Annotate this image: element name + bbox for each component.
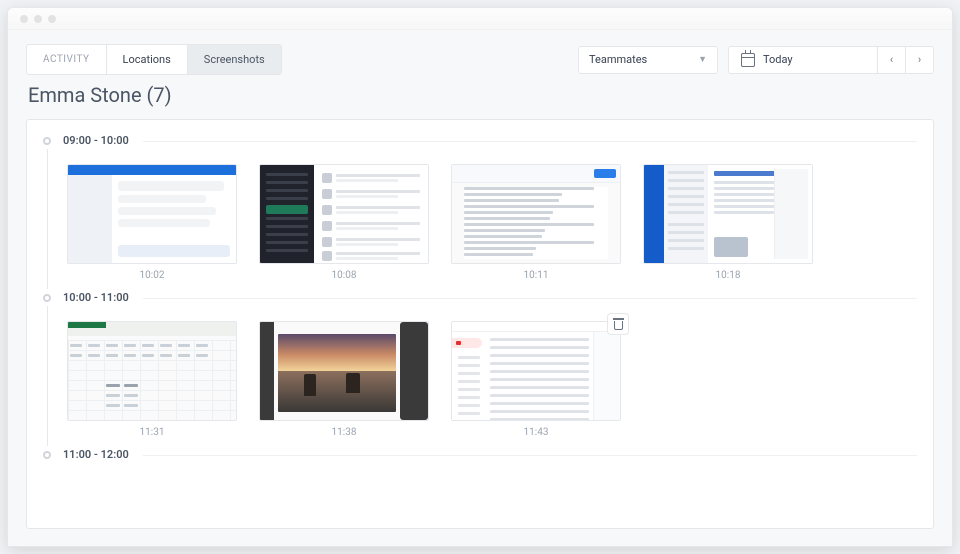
time-range-label: 11:00 - 12:00 — [63, 448, 917, 468]
window-control-dot — [20, 15, 28, 23]
page-title: Emma Stone (7) — [28, 83, 934, 107]
screenshot-item: 11:38 — [259, 321, 429, 438]
screenshot-item: 10:18 — [643, 164, 813, 281]
chevron-right-icon: › — [918, 53, 921, 66]
top-controls: Teammates ▼ Today ‹ › — [578, 46, 934, 74]
screenshot-time: 10:08 — [259, 270, 429, 281]
date-prev-button[interactable]: ‹ — [878, 46, 906, 74]
time-slot: 10:00 - 11:00 — [43, 291, 917, 438]
screenshot-thumbnail[interactable] — [259, 321, 429, 421]
delete-screenshot-button[interactable] — [607, 313, 629, 335]
screenshot-thumbnail[interactable] — [259, 164, 429, 264]
time-range-label: 09:00 - 10:00 — [63, 134, 917, 154]
app-window: ACTIVITY Locations Screenshots Teammates… — [7, 7, 953, 547]
teammates-dropdown[interactable]: Teammates ▼ — [578, 46, 718, 74]
screenshot-thumbnail[interactable] — [67, 164, 237, 264]
screenshot-thumbnail[interactable] — [643, 164, 813, 264]
time-slot: 09:00 - 10:00 10:02 — [43, 134, 917, 281]
screenshot-item: 11:31 — [67, 321, 237, 438]
screenshot-thumbnail[interactable] — [67, 321, 237, 421]
timeline-bullet-icon — [43, 294, 51, 302]
tab-activity[interactable]: ACTIVITY — [27, 45, 107, 74]
view-tabs: ACTIVITY Locations Screenshots — [26, 44, 282, 75]
trash-icon — [613, 318, 624, 330]
timeline-connector — [47, 149, 48, 289]
screenshot-time: 10:18 — [643, 270, 813, 281]
timeline-connector — [47, 306, 48, 446]
window-control-dot — [34, 15, 42, 23]
window-titlebar — [8, 8, 952, 30]
screenshot-row: 11:31 11:38 — [63, 321, 917, 438]
screenshot-row: 10:02 10:08 — [63, 164, 917, 281]
screenshot-item: 10:08 — [259, 164, 429, 281]
screenshot-time: 11:31 — [67, 427, 237, 438]
calendar-icon — [741, 53, 755, 67]
screenshot-time: 11:43 — [451, 427, 621, 438]
top-bar: ACTIVITY Locations Screenshots Teammates… — [26, 44, 934, 75]
window-control-dot — [48, 15, 56, 23]
date-controls: Today ‹ › — [728, 46, 934, 74]
screenshot-time: 11:38 — [259, 427, 429, 438]
screenshot-thumbnail[interactable] — [451, 321, 621, 421]
screenshot-item: 10:11 — [451, 164, 621, 281]
tab-locations[interactable]: Locations — [107, 45, 188, 74]
screenshot-time: 10:02 — [67, 270, 237, 281]
timeline-panel: 09:00 - 10:00 10:02 — [26, 119, 934, 529]
time-range-label: 10:00 - 11:00 — [63, 291, 917, 311]
date-label: Today — [763, 53, 793, 66]
timeline-bullet-icon — [43, 137, 51, 145]
screenshot-item: 10:02 — [67, 164, 237, 281]
date-next-button[interactable]: › — [906, 46, 934, 74]
screenshot-thumbnail[interactable] — [451, 164, 621, 264]
time-slot: 11:00 - 12:00 — [43, 448, 917, 478]
teammates-label: Teammates — [589, 53, 647, 66]
screenshot-item: 11:43 — [451, 321, 621, 438]
date-range-button[interactable]: Today — [728, 46, 878, 74]
chevron-down-icon: ▼ — [698, 54, 707, 65]
chevron-left-icon: ‹ — [890, 53, 893, 66]
screenshot-time: 10:11 — [451, 270, 621, 281]
tab-screenshots[interactable]: Screenshots — [188, 45, 281, 74]
page-content: ACTIVITY Locations Screenshots Teammates… — [8, 30, 952, 546]
timeline-bullet-icon — [43, 451, 51, 459]
